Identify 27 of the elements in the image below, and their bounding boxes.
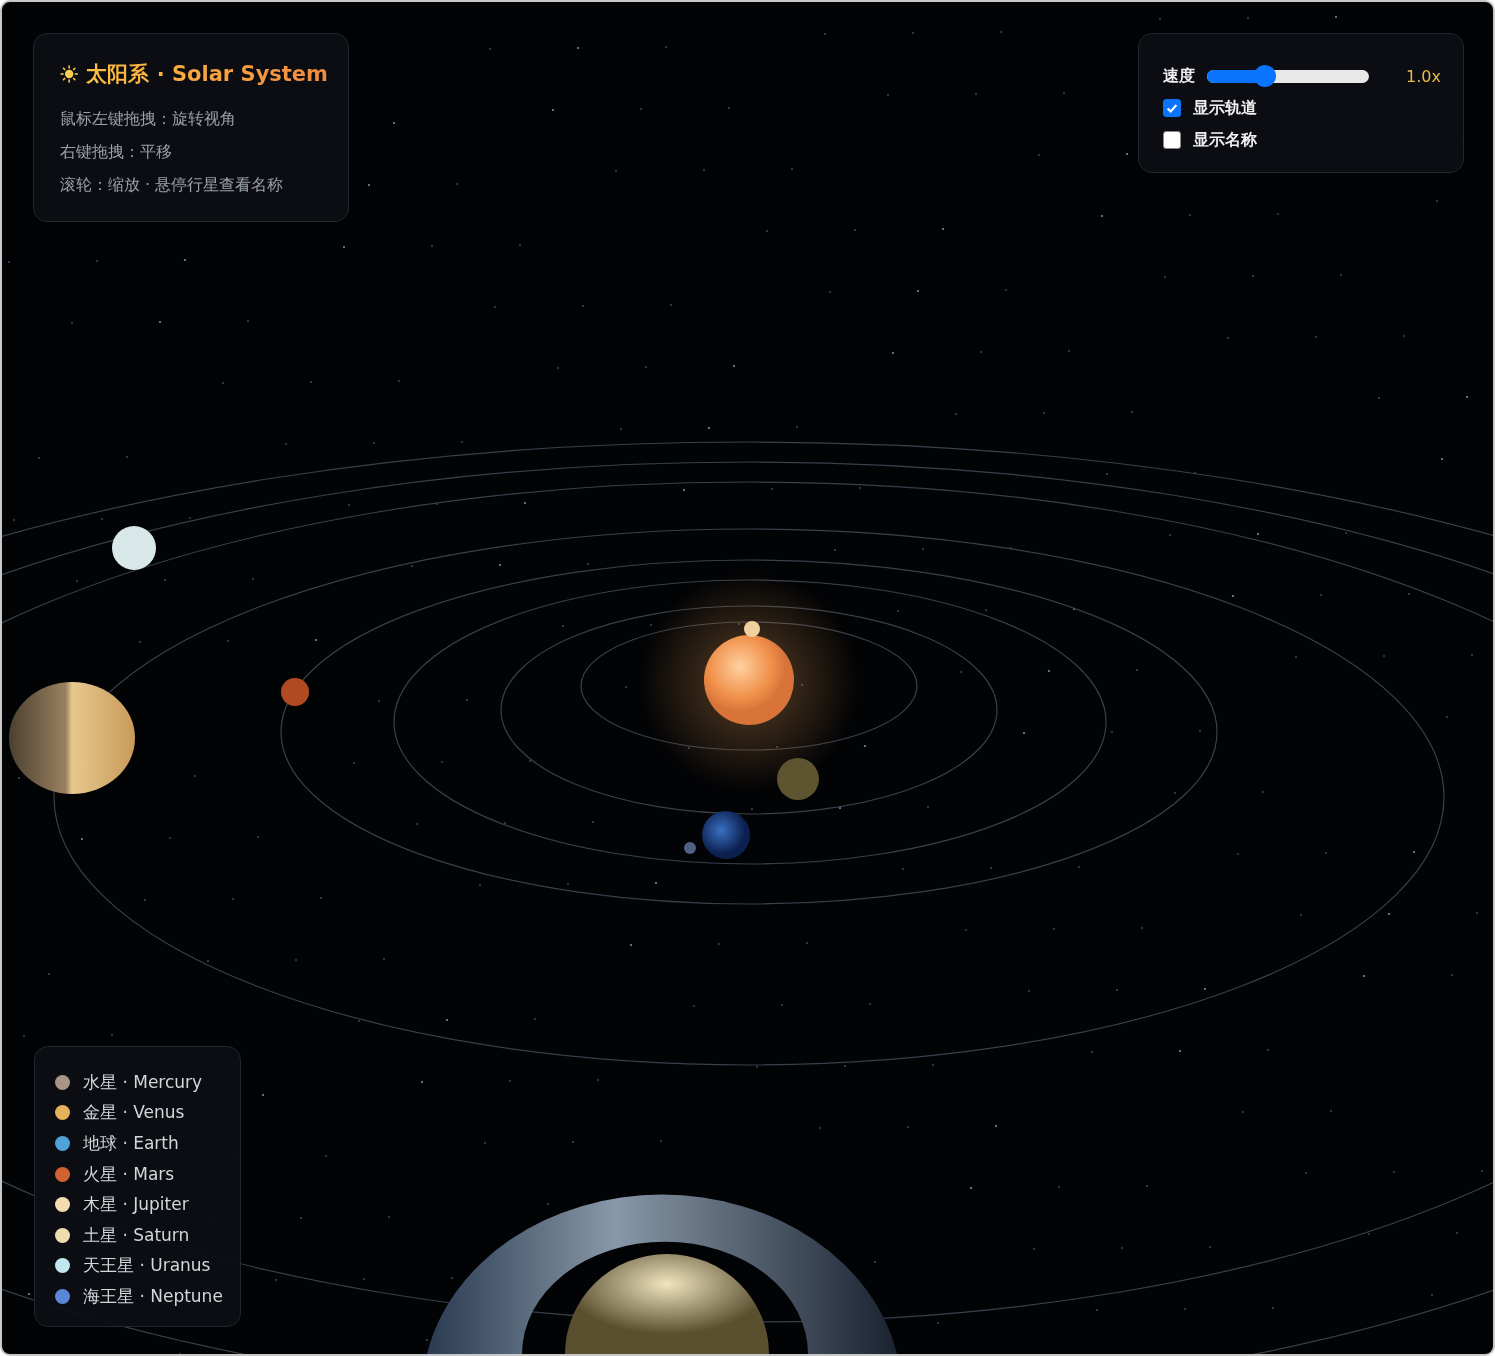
check-icon (1165, 101, 1179, 115)
hint-text: 滚轮：缩放 · 悬停行星查看名称 (60, 174, 285, 196)
sun-drawing[interactable] (704, 635, 794, 725)
speed-value: 1.0x (1406, 66, 1441, 86)
legend-label: 土星 · Saturn (83, 1223, 190, 1247)
checkbox-label: 显示名称 (1193, 129, 1257, 151)
legend-label: 地球 · Earth (83, 1132, 179, 1155)
planet-drawing[interactable] (9, 682, 135, 794)
checkbox[interactable] (1163, 131, 1181, 149)
legend-label: 木星 · Jupiter (83, 1193, 189, 1217)
legend-label: 天王星 · Uranus (83, 1254, 211, 1278)
planet-drawing[interactable] (744, 621, 760, 637)
ringed-planet-drawing[interactable] (427, 1194, 897, 1354)
hint-text: 鼠标左键拖拽：旋转视角 (60, 108, 237, 130)
legend-label: 水星 · Mercury (83, 1070, 203, 1094)
speed-label: 速度 (1163, 65, 1195, 87)
legend-label: 火星 · Mars (83, 1162, 175, 1186)
moon-drawing[interactable] (684, 842, 696, 854)
legend-label: 海王星 · Neptune (83, 1284, 223, 1308)
slider-thumb[interactable] (1254, 64, 1277, 87)
legend-label: 金星 · Venus (83, 1101, 185, 1125)
checkbox-label: 显示轨道 (1193, 97, 1257, 119)
panel-title: 太阳系 · Solar System (86, 60, 328, 88)
planet-drawing[interactable] (112, 526, 156, 570)
checkbox[interactable] (1163, 99, 1181, 117)
hint-text: 右键拖拽：平移 (60, 141, 173, 163)
sun-icon (60, 63, 79, 85)
